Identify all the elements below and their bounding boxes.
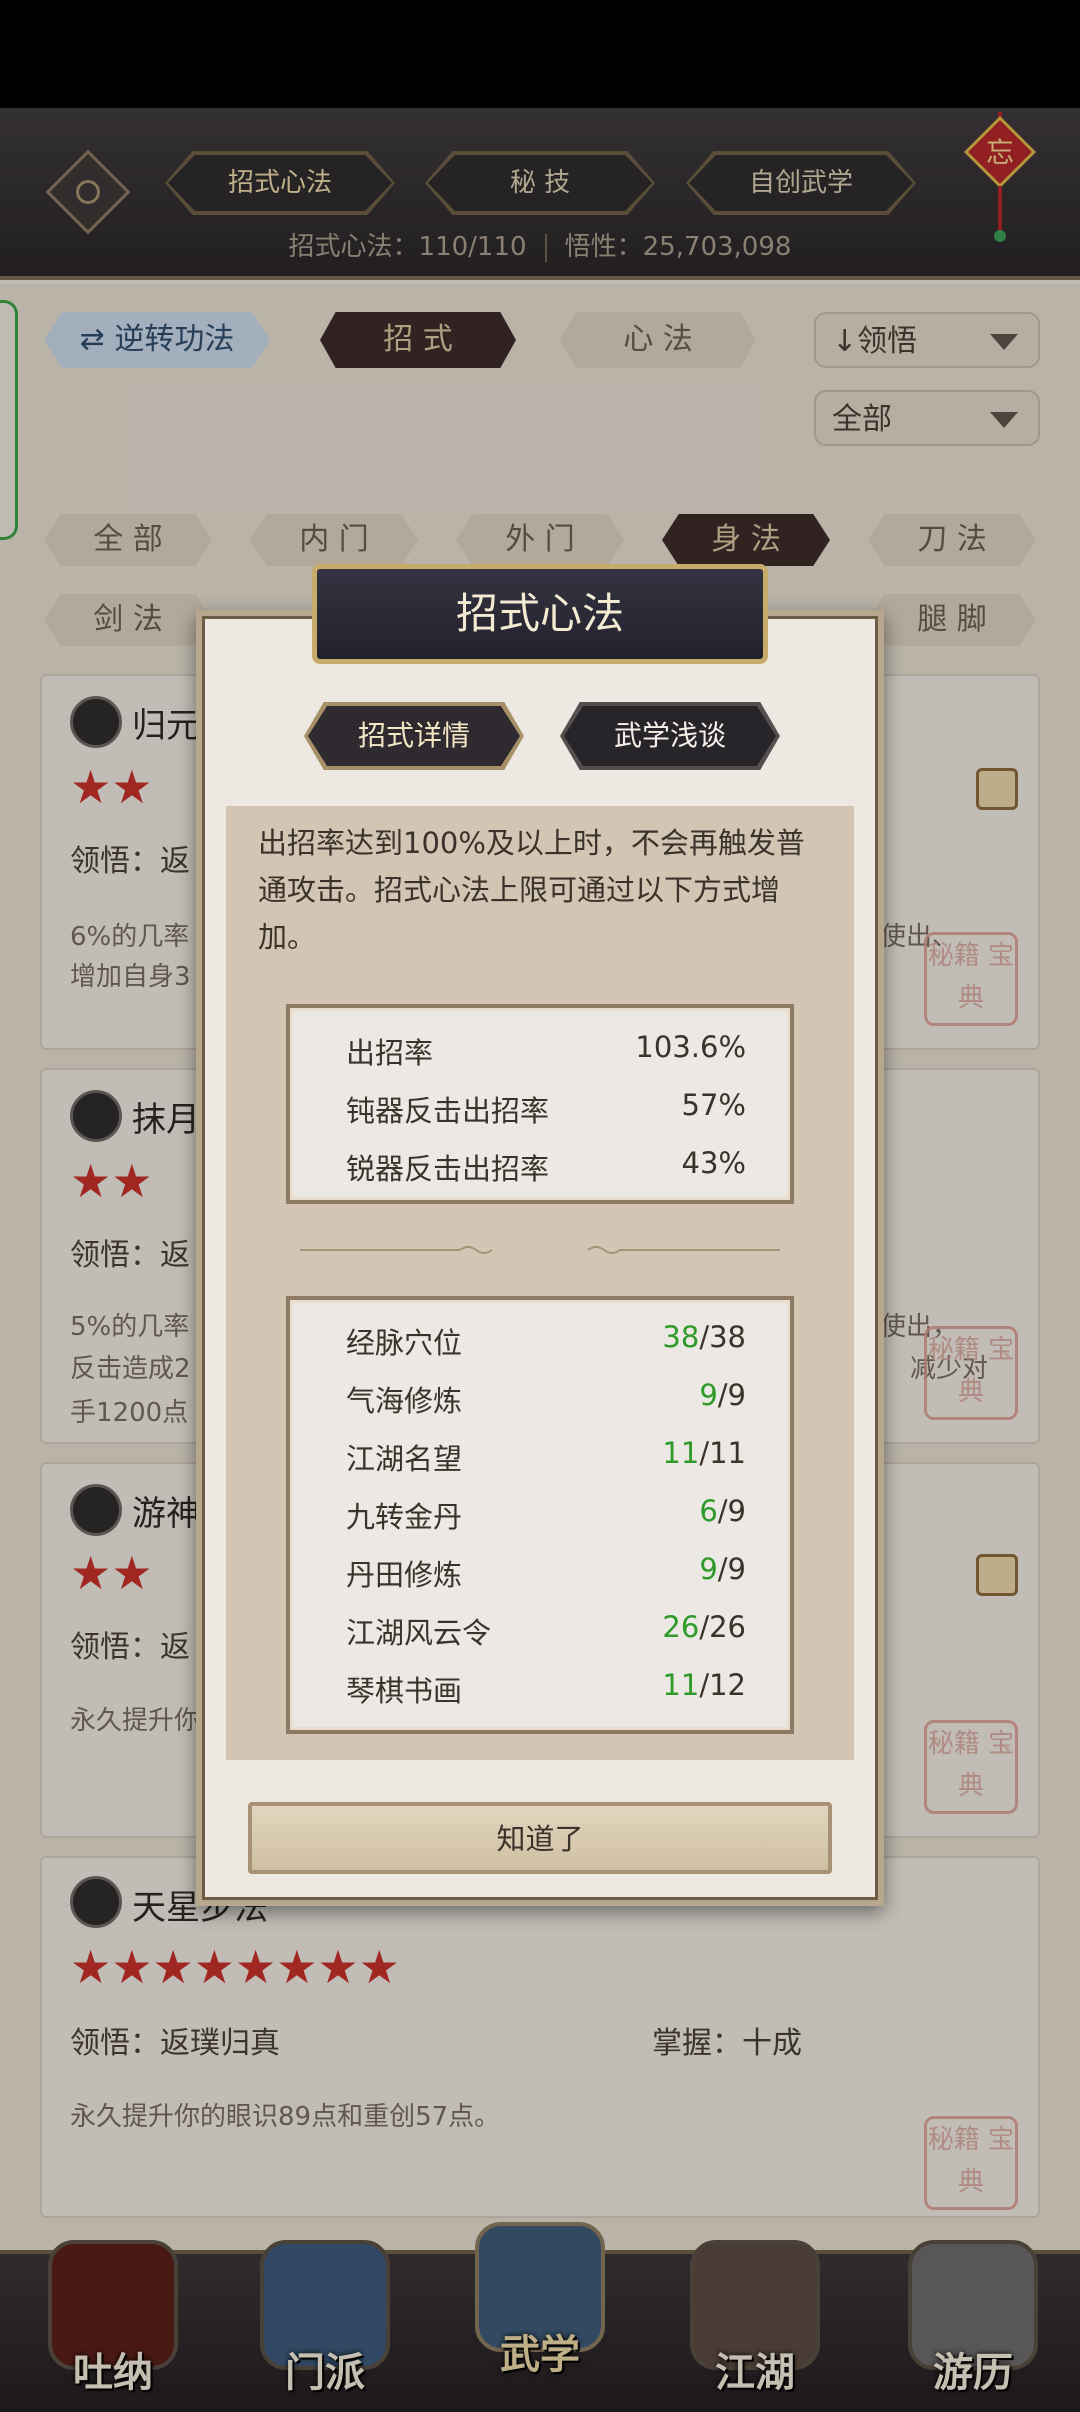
tab-martial-intro[interactable]: 武学浅谈	[564, 706, 776, 766]
source-label: 经脉穴位	[346, 1326, 463, 1360]
source-max: /9	[717, 1552, 746, 1586]
rate-label: 出招率	[346, 1036, 434, 1070]
source-have: 9	[699, 1378, 718, 1412]
source-have: 38	[662, 1320, 700, 1354]
tab-move-detail[interactable]: 招式详情	[308, 706, 520, 766]
modal-intro-text: 出招率达到100%及以上时，不会再触发普通攻击。招式心法上限可通过以下方式增加。	[258, 826, 805, 954]
source-row: 气海修炼 9/9	[346, 1378, 746, 1420]
source-label: 气海修炼	[346, 1384, 463, 1418]
source-max: /12	[699, 1668, 746, 1702]
ok-button[interactable]: 知道了	[248, 1802, 832, 1874]
source-label: 江湖名望	[346, 1442, 463, 1476]
source-have: 11	[662, 1668, 700, 1702]
source-have: 9	[699, 1552, 718, 1586]
source-max: /38	[699, 1320, 746, 1354]
rate-row: 锐器反击出招率 43%	[346, 1146, 746, 1188]
source-label: 丹田修炼	[346, 1558, 463, 1592]
rate-label: 锐器反击出招率	[346, 1152, 550, 1186]
source-max: /26	[699, 1610, 746, 1644]
source-row: 琴棋书画 11/12	[346, 1668, 746, 1710]
rate-label: 钝器反击出招率	[346, 1094, 550, 1128]
source-row: 江湖风云令 26/26	[346, 1610, 746, 1652]
source-row: 丹田修炼 9/9	[346, 1552, 746, 1594]
source-have: 11	[662, 1436, 700, 1470]
source-max: /11	[699, 1436, 746, 1470]
source-have: 26	[662, 1610, 700, 1644]
status-bar	[0, 0, 1080, 108]
source-max: /9	[717, 1494, 746, 1528]
source-box: 经脉穴位 38/38 气海修炼 9/9 江湖名望 11/11 九转金丹 6/9 丹田修炼…	[286, 1296, 794, 1734]
rate-box: 出招率 103.6% 钝器反击出招率 57% 锐器反击出招率 43%	[286, 1004, 794, 1204]
modal-title: 招式心法	[312, 564, 768, 664]
rate-row: 钝器反击出招率 57%	[346, 1088, 746, 1130]
rate-row: 出招率 103.6%	[346, 1030, 746, 1072]
rate-value: 57%	[681, 1088, 746, 1122]
ornament-divider	[300, 1246, 780, 1254]
source-label: 九转金丹	[346, 1500, 463, 1534]
source-row: 九转金丹 6/9	[346, 1494, 746, 1536]
source-label: 琴棋书画	[346, 1674, 463, 1708]
source-have: 6	[699, 1494, 718, 1528]
rate-value: 43%	[681, 1146, 746, 1180]
source-row: 经脉穴位 38/38	[346, 1320, 746, 1362]
source-row: 江湖名望 11/11	[346, 1436, 746, 1478]
rate-value: 103.6%	[635, 1030, 746, 1064]
source-max: /9	[717, 1378, 746, 1412]
source-label: 江湖风云令	[346, 1616, 492, 1650]
